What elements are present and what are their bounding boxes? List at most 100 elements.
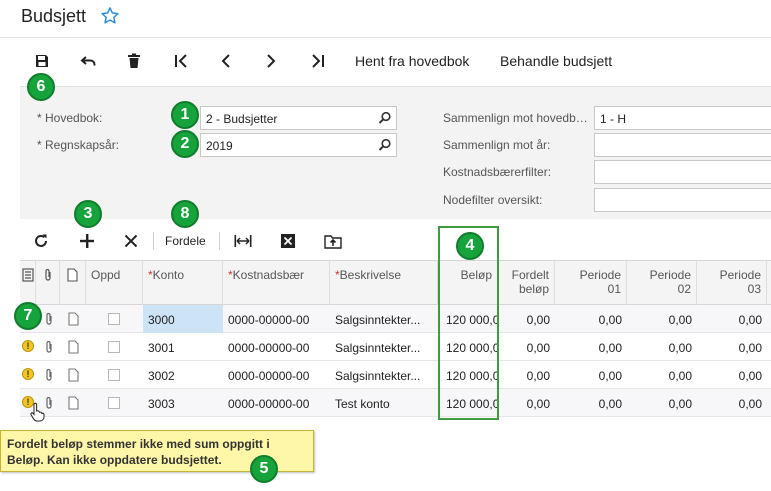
cost-filter-field[interactable] bbox=[594, 160, 771, 184]
budget-grid: Oppd *Konto *Kostnadsbær *Beskrivelse Be… bbox=[20, 260, 771, 417]
period-01-cell[interactable]: 0,00 bbox=[555, 333, 627, 361]
note-icon[interactable] bbox=[66, 389, 84, 417]
distributed-cell[interactable]: 0,00 bbox=[498, 305, 555, 333]
save-icon[interactable] bbox=[30, 50, 54, 72]
column-header-account-label: Konto bbox=[152, 268, 185, 282]
column-header-period-01-line1: Periode bbox=[579, 268, 621, 282]
period-01-cell[interactable]: 0,00 bbox=[555, 305, 627, 333]
period-02-cell[interactable]: 0,00 bbox=[627, 305, 697, 333]
attachment-icon[interactable] bbox=[42, 361, 60, 389]
description-cell[interactable]: Salgsinntekter... bbox=[330, 305, 438, 333]
previous-record-icon[interactable] bbox=[214, 50, 238, 72]
warning-icon[interactable]: ! bbox=[22, 368, 34, 380]
cost-filter-label: Kostnadsbærerfilter: bbox=[443, 165, 552, 179]
update-checkbox[interactable] bbox=[108, 313, 120, 325]
cost-carrier-cell[interactable]: 0000-00000-00 bbox=[223, 389, 330, 417]
table-row[interactable]: ! 3001 0000-00000-00 Salgsinntekter... 1… bbox=[20, 333, 771, 361]
table-row[interactable]: ! 3003 0000-00000-00 Test konto 120 000,… bbox=[20, 389, 771, 417]
row-menu-icon[interactable] bbox=[20, 261, 36, 305]
period-01-cell[interactable]: 0,00 bbox=[555, 361, 627, 389]
column-header-description[interactable]: *Beskrivelse bbox=[330, 261, 438, 305]
process-budget-button[interactable]: Behandle budsjett bbox=[500, 53, 612, 69]
compare-year-field[interactable] bbox=[594, 133, 771, 157]
note-header-icon bbox=[60, 261, 86, 305]
period-02-cell[interactable]: 0,00 bbox=[627, 361, 697, 389]
period-03-cell[interactable]: 0,00 bbox=[697, 333, 767, 361]
compare-ledger-label: Sammenlign mot hovedb… bbox=[443, 111, 588, 125]
note-icon[interactable] bbox=[66, 361, 84, 389]
period-02-cell[interactable]: 0,00 bbox=[627, 389, 697, 417]
compare-ledger-value: 1 - H bbox=[600, 112, 627, 126]
distributed-cell[interactable]: 0,00 bbox=[498, 333, 555, 361]
distributed-cell[interactable]: 0,00 bbox=[498, 389, 555, 417]
main-toolbar: Hent fra hovedbok Behandle budsjett bbox=[0, 39, 771, 83]
undo-icon[interactable] bbox=[77, 50, 101, 72]
column-header-period-03[interactable]: Periode 03 bbox=[697, 261, 767, 305]
warning-icon[interactable]: ! bbox=[22, 340, 34, 352]
column-header-period-02[interactable]: Periode 02 bbox=[627, 261, 697, 305]
first-record-icon[interactable] bbox=[169, 50, 193, 72]
last-record-icon[interactable] bbox=[306, 50, 330, 72]
period-03-cell[interactable]: 0,00 bbox=[697, 389, 767, 417]
distributed-cell[interactable]: 0,00 bbox=[498, 361, 555, 389]
distribute-button[interactable]: Fordele bbox=[165, 234, 206, 248]
column-header-distributed[interactable]: Fordelt beløp bbox=[498, 261, 555, 305]
fit-columns-icon[interactable] bbox=[232, 231, 254, 251]
period-01-cell[interactable]: 0,00 bbox=[555, 389, 627, 417]
column-header-period-03-line1: Periode bbox=[719, 268, 761, 282]
ledger-field[interactable]: 2 - Budsjetter bbox=[200, 106, 397, 130]
table-row[interactable]: ! 3002 0000-00000-00 Salgsinntekter... 1… bbox=[20, 361, 771, 389]
compare-ledger-field[interactable]: 1 - H bbox=[594, 106, 771, 130]
callout-badge: 8 bbox=[171, 200, 199, 228]
period-03-cell[interactable]: 0,00 bbox=[697, 305, 767, 333]
note-icon[interactable] bbox=[66, 333, 84, 361]
fiscal-year-field[interactable]: 2019 bbox=[200, 133, 397, 157]
table-row[interactable]: 3000 0000-00000-00 Salgsinntekter... 120… bbox=[20, 305, 771, 333]
column-header-period-02-line2: 02 bbox=[677, 282, 691, 296]
description-cell[interactable]: Salgsinntekter... bbox=[330, 361, 438, 389]
fetch-from-ledger-button[interactable]: Hent fra hovedbok bbox=[355, 53, 469, 69]
search-icon[interactable] bbox=[378, 111, 392, 125]
attachment-icon[interactable] bbox=[42, 333, 60, 361]
node-filter-field[interactable] bbox=[594, 188, 771, 212]
update-checkbox[interactable] bbox=[108, 397, 120, 409]
description-cell[interactable]: Salgsinntekter... bbox=[330, 333, 438, 361]
column-header-update[interactable]: Oppd bbox=[86, 261, 143, 305]
account-cell[interactable]: 3000 bbox=[143, 305, 223, 333]
callout-badge: 2 bbox=[171, 130, 199, 158]
node-filter-label: Nodefilter oversikt: bbox=[443, 193, 543, 207]
column-header-period-01[interactable]: Periode 01 bbox=[555, 261, 627, 305]
ledger-label: * Hovedbok: bbox=[37, 111, 103, 125]
period-03-cell[interactable]: 0,00 bbox=[697, 361, 767, 389]
column-header-account[interactable]: *Konto bbox=[143, 261, 223, 305]
upload-icon[interactable] bbox=[322, 231, 344, 251]
cost-carrier-cell[interactable]: 0000-00000-00 bbox=[223, 361, 330, 389]
account-cell[interactable]: 3002 bbox=[143, 361, 223, 389]
delete-row-icon[interactable] bbox=[120, 231, 142, 251]
column-header-cost-carrier-label: Kostnadsbær bbox=[232, 268, 305, 282]
cost-carrier-cell[interactable]: 0000-00000-00 bbox=[223, 305, 330, 333]
account-cell[interactable]: 3003 bbox=[143, 389, 223, 417]
column-header-cost-carrier[interactable]: *Kostnadsbær bbox=[223, 261, 330, 305]
update-checkbox[interactable] bbox=[108, 369, 120, 381]
cost-carrier-cell[interactable]: 0000-00000-00 bbox=[223, 333, 330, 361]
export-excel-icon[interactable] bbox=[277, 231, 299, 251]
compare-year-label: Sammenlign mot år: bbox=[443, 138, 551, 152]
grid-toolbar: Fordele bbox=[20, 220, 771, 260]
favorite-star-icon[interactable] bbox=[99, 5, 121, 27]
description-cell[interactable]: Test konto bbox=[330, 389, 438, 417]
search-icon[interactable] bbox=[378, 138, 392, 152]
refresh-icon[interactable] bbox=[30, 231, 52, 251]
update-checkbox[interactable] bbox=[108, 341, 120, 353]
delete-icon[interactable] bbox=[122, 50, 146, 72]
fiscal-year-value: 2019 bbox=[206, 139, 233, 153]
note-icon[interactable] bbox=[66, 305, 84, 333]
account-cell[interactable]: 3001 bbox=[143, 333, 223, 361]
callout-badge: 6 bbox=[27, 73, 55, 101]
column-header-period-01-line2: 01 bbox=[607, 282, 621, 296]
next-record-icon[interactable] bbox=[259, 50, 283, 72]
add-row-icon[interactable] bbox=[76, 231, 98, 251]
period-02-cell[interactable]: 0,00 bbox=[627, 333, 697, 361]
column-header-period-03-line2: 03 bbox=[747, 282, 761, 296]
attachment-icon[interactable] bbox=[42, 305, 60, 333]
